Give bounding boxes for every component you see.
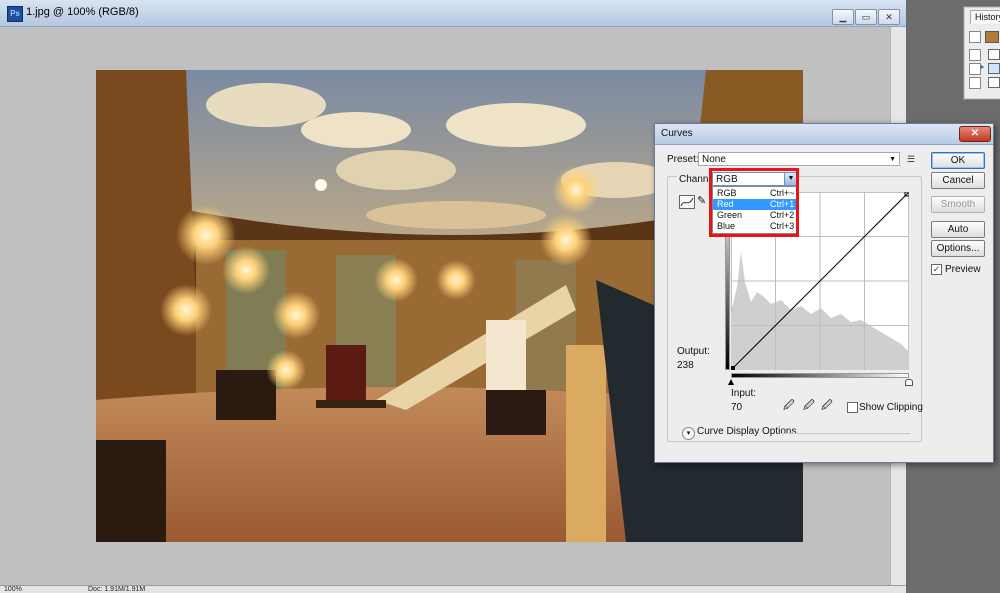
preset-value: None [702,154,726,165]
photoshop-icon: Ps [7,6,23,22]
status-bar: 100% Doc: 1.91M/1.91M [0,585,906,593]
history-state-icon-selected[interactable] [988,63,1000,74]
history-checkbox[interactable] [969,77,981,89]
document-titlebar[interactable]: Ps 1.jpg @ 100% (RGB/8) ▁ ▭ ✕ [0,0,906,27]
history-snapshot-thumbnail[interactable] [985,31,999,43]
input-value: 70 [731,402,743,413]
zoom-level[interactable]: 100% [4,586,22,593]
history-checkbox[interactable] [969,63,981,75]
history-state-icon[interactable] [988,49,1000,60]
smooth-button[interactable]: Smooth [931,196,985,213]
document-size[interactable]: Doc: 1.91M/1.91M [88,586,145,593]
curves-titlebar[interactable]: Curves ✕ [655,124,993,145]
annotation-highlight-box [709,168,799,237]
input-label: Input: [731,388,757,399]
black-eyedropper-icon[interactable]: 🖉 [783,400,795,413]
history-checkbox[interactable] [969,49,981,61]
input-gradient-bar [731,373,909,378]
auto-button[interactable]: Auto [931,221,985,238]
cancel-button[interactable]: Cancel [931,172,985,189]
close-icon[interactable]: ✕ [959,126,991,142]
preview-label: Preview [945,264,981,275]
history-state-icon[interactable] [988,77,1000,88]
minimize-button[interactable]: ▁ [832,9,854,25]
show-clipping-label: Show Clipping [859,402,923,413]
curves-title: Curves [661,128,693,139]
preset-select[interactable]: None ▼ [698,152,900,166]
maximize-button[interactable]: ▭ [855,9,877,25]
show-clipping-checkbox[interactable] [847,402,858,413]
curve-tool-icon[interactable] [679,195,695,209]
divider [782,433,910,434]
history-tab[interactable]: History [970,10,1000,24]
history-panel: History [963,6,1000,100]
white-point-slider[interactable] [905,379,913,386]
preset-options-icon[interactable]: ☰ [907,154,919,164]
white-eyedropper-icon[interactable]: 🖉 [821,400,833,413]
ok-button[interactable]: OK [931,152,985,169]
history-snapshot-checkbox[interactable] [969,31,981,43]
options-button[interactable]: Options... [931,240,985,257]
preview-checkbox[interactable]: ✓ [931,264,942,275]
black-point-slider[interactable] [728,379,734,385]
preset-label: Preset: [667,154,699,165]
gray-eyedropper-icon[interactable]: 🖉 [803,400,815,413]
curve-display-options-label[interactable]: Curve Display Options [697,426,796,437]
curves-dialog: Curves ✕ Preset: None ▼ ☰ OK Cancel Smoo… [654,123,994,463]
output-value: 238 [677,360,694,371]
output-label: Output: [677,346,710,357]
expand-chevron-icon[interactable]: ▾ [682,427,695,440]
document-title: 1.jpg @ 100% (RGB/8) [26,6,139,18]
pencil-icon[interactable]: ✎ [697,194,709,208]
chevron-down-icon: ▼ [889,156,896,163]
close-window-button[interactable]: ✕ [878,9,900,25]
